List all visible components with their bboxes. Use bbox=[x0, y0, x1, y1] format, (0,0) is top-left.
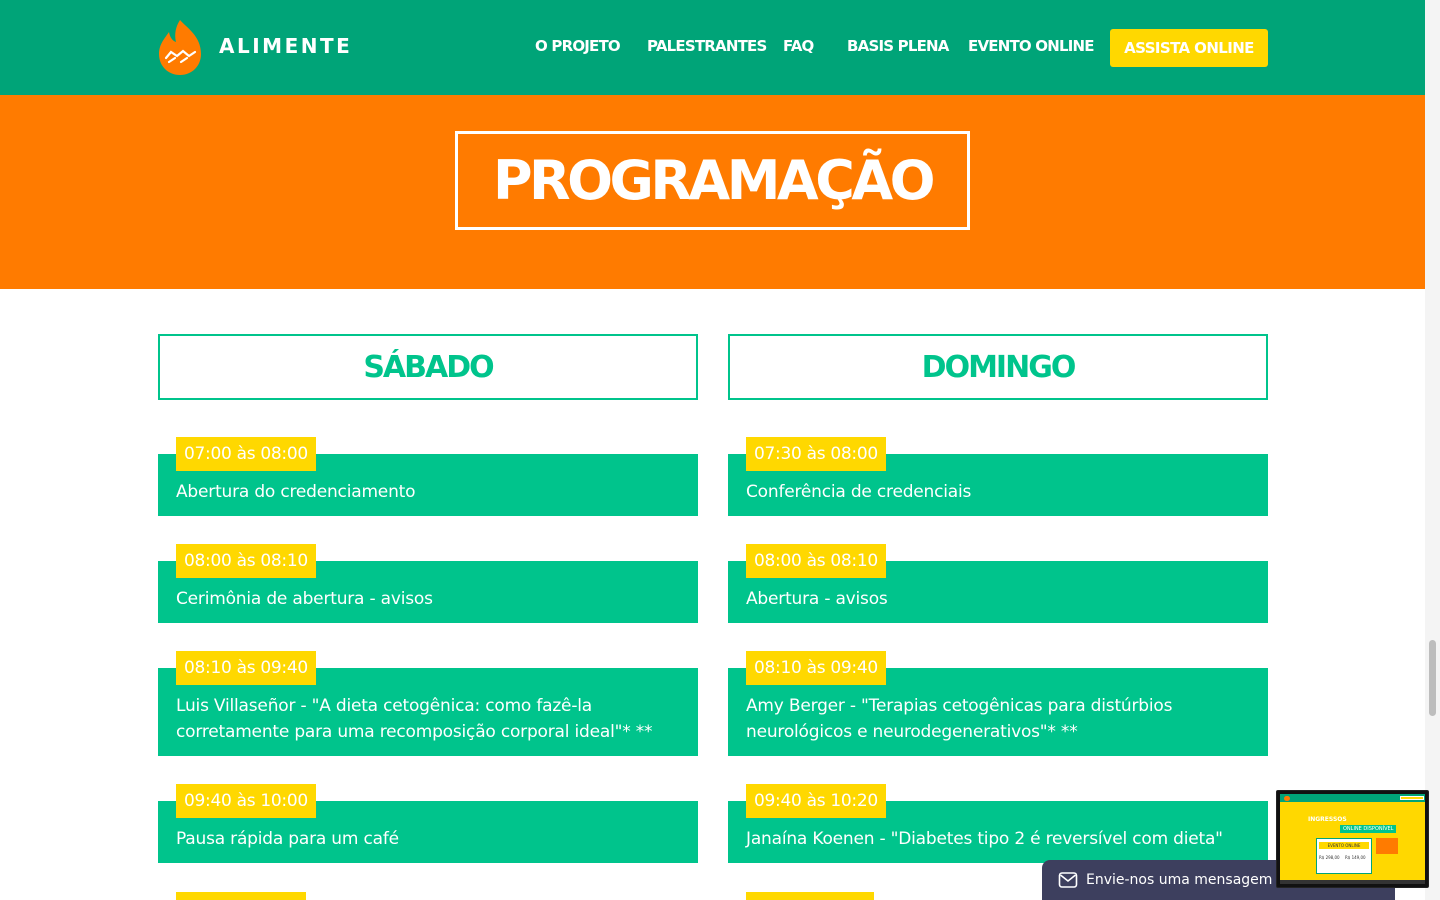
chat-widget-label: Envie-nos uma mensagem bbox=[1086, 872, 1273, 888]
schedule-item-text: Conferência de credenciais bbox=[746, 482, 972, 502]
preview-logo-icon bbox=[1284, 796, 1290, 801]
video-preview-thumbnail[interactable]: INGRESSOS ONLINE DISPONÍVEL EVENTO ONLIN… bbox=[1276, 790, 1429, 888]
preview-promo-badge bbox=[1376, 838, 1398, 854]
schedule-time-badge bbox=[746, 892, 874, 900]
nav-item-palestrantes[interactable]: PALESTRANTES bbox=[647, 37, 767, 55]
scrollbar-thumb[interactable] bbox=[1429, 640, 1436, 716]
sunday-title: DOMINGO bbox=[921, 349, 1077, 385]
schedule-time-badge: 08:10 às 09:40 bbox=[746, 651, 886, 685]
envelope-icon bbox=[1058, 872, 1078, 888]
schedule-time-badge bbox=[176, 892, 306, 900]
schedule-item-text: Abertura do credenciamento bbox=[176, 482, 416, 502]
schedule-time-badge: 09:40 às 10:20 bbox=[746, 784, 886, 818]
nav-item-faq[interactable]: FAQ bbox=[783, 37, 814, 55]
schedule-time-badge: 07:30 às 08:00 bbox=[746, 437, 886, 471]
nav-item-basis-plena[interactable]: BASIS PLENA bbox=[847, 37, 949, 55]
schedule-item-text: Amy Berger - "Terapias cetogênicas para … bbox=[746, 696, 1173, 742]
schedule-time-badge: 08:00 às 08:10 bbox=[176, 544, 316, 578]
preview-subheading: ONLINE DISPONÍVEL bbox=[1340, 825, 1397, 833]
schedule-time-badge: 08:00 às 08:10 bbox=[746, 544, 886, 578]
preview-ticket-card: EVENTO ONLINE R$ 298,00 R$ 149,00 bbox=[1316, 838, 1372, 874]
assista-online-button[interactable]: ASSISTA ONLINE bbox=[1110, 29, 1268, 67]
hero-title-box: PROGRAMAÇÃO bbox=[455, 131, 970, 230]
schedule-item-text: Cerimônia de abertura - avisos bbox=[176, 589, 433, 609]
schedule-item-text: Abertura - avisos bbox=[746, 589, 888, 609]
schedule-time-badge: 07:00 às 08:00 bbox=[176, 437, 316, 471]
flame-logo-icon[interactable] bbox=[157, 18, 203, 76]
nav-item-o-projeto[interactable]: O PROJETO bbox=[535, 37, 621, 55]
preview-progress-bar bbox=[1280, 880, 1425, 884]
schedule-time-badge: 09:40 às 10:00 bbox=[176, 784, 316, 818]
schedule-item-text: Luis Villaseñor - "A dieta cetogênica: c… bbox=[176, 696, 653, 742]
saturday-title: SÁBADO bbox=[363, 349, 494, 385]
schedule-item-text: Pausa rápida para um café bbox=[176, 829, 399, 849]
site-header: ALIMENTE O PROJETO PALESTRANTES FAQ BASI… bbox=[0, 0, 1425, 95]
page-scrollbar[interactable] bbox=[1425, 0, 1440, 900]
page-title: PROGRAMAÇÃO bbox=[492, 149, 936, 212]
schedule-time-badge: 08:10 às 09:40 bbox=[176, 651, 316, 685]
sunday-header: DOMINGO bbox=[728, 334, 1268, 400]
preview-cta bbox=[1400, 796, 1424, 800]
nav-item-evento-online[interactable]: EVENTO ONLINE bbox=[968, 37, 1095, 55]
schedule-item-text: Janaína Koenen - "Diabetes tipo 2 é reve… bbox=[746, 829, 1223, 849]
preview-screen: INGRESSOS ONLINE DISPONÍVEL EVENTO ONLIN… bbox=[1280, 794, 1425, 884]
preview-ticket-label: EVENTO ONLINE bbox=[1319, 842, 1369, 849]
hero-banner: PROGRAMAÇÃO bbox=[0, 95, 1425, 289]
brand-name[interactable]: ALIMENTE bbox=[219, 34, 352, 58]
preview-price-1: R$ 298,00 bbox=[1319, 855, 1340, 860]
preview-price-2: R$ 149,00 bbox=[1345, 855, 1366, 860]
preview-heading: INGRESSOS bbox=[1308, 816, 1347, 823]
saturday-header: SÁBADO bbox=[158, 334, 698, 400]
